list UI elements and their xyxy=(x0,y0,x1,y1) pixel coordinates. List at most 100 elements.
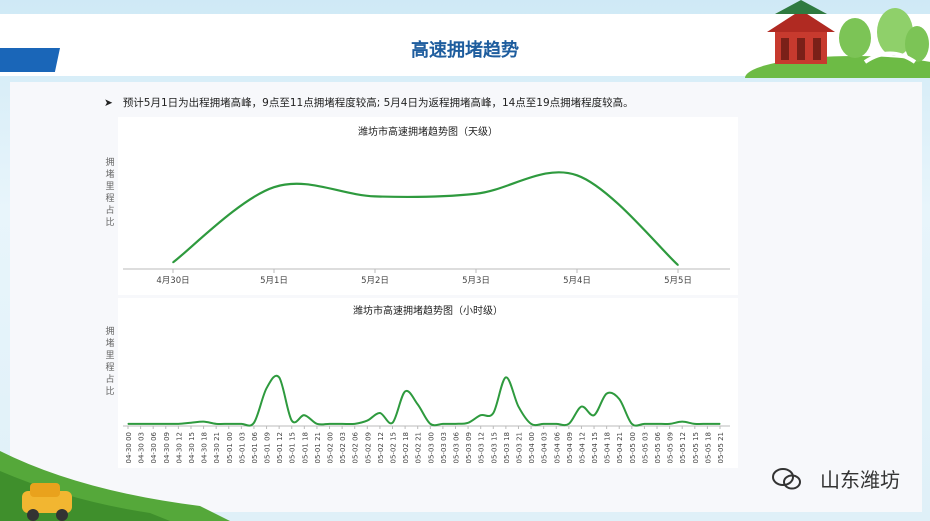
series-line xyxy=(172,171,679,266)
x-tick-label: 05-04 21 xyxy=(616,432,624,463)
data-point xyxy=(593,414,595,416)
data-point xyxy=(391,422,394,424)
chart-title: 潍坊市高速拥堵趋势图（小时级） xyxy=(353,306,503,317)
data-point xyxy=(694,423,696,425)
y-axis-label: 拥堵里程占比 xyxy=(105,158,115,228)
data-point xyxy=(505,376,507,378)
x-tick-label: 05-03 12 xyxy=(478,432,486,463)
data-point xyxy=(273,186,275,188)
data-point xyxy=(576,174,578,177)
x-tick-label: 05-02 03 xyxy=(339,432,347,463)
x-tick-label: 5月3日 xyxy=(462,276,490,286)
data-point xyxy=(278,376,280,378)
data-point xyxy=(677,264,679,266)
x-tick-label: 05-05 00 xyxy=(629,432,637,463)
data-point xyxy=(152,423,154,425)
x-tick-label: 05-02 06 xyxy=(352,431,360,463)
x-tick-label: 5月2日 xyxy=(361,276,389,286)
x-tick-label: 05-04 15 xyxy=(591,432,599,463)
data-point xyxy=(240,423,242,425)
x-tick-label: 05-03 06 xyxy=(452,431,460,463)
data-point xyxy=(606,393,608,395)
x-tick-label: 05-03 18 xyxy=(503,432,511,463)
data-point xyxy=(454,423,457,425)
x-tick-label: 05-04 09 xyxy=(566,432,574,463)
data-point xyxy=(656,423,658,425)
data-point xyxy=(215,423,217,425)
data-point xyxy=(366,420,368,422)
x-tick-label: 05-04 18 xyxy=(604,432,612,463)
data-point xyxy=(480,414,482,416)
x-tick-label: 05-05 15 xyxy=(692,432,700,463)
data-point xyxy=(530,423,532,425)
data-point xyxy=(492,412,494,414)
x-tick-label: 05-02 15 xyxy=(390,432,398,463)
bullet-arrow-icon: ➤ xyxy=(104,97,113,109)
x-tick-label: 05-03 03 xyxy=(440,432,448,463)
data-point xyxy=(580,405,583,408)
forecast-note-text: 预计5月1日为出程拥堵高峰，9点至11点拥堵程度较高; 5月4日为返程拥堵高峰，… xyxy=(122,97,634,109)
data-point xyxy=(316,423,318,425)
forecast-note: ➤ 预计5月1日为出程拥堵高峰，9点至11点拥堵程度较高; 5月4日为返程拥堵高峰… xyxy=(104,95,634,110)
data-point xyxy=(467,422,469,424)
data-point xyxy=(517,405,520,408)
x-tick-label: 05-02 18 xyxy=(402,432,410,463)
data-point xyxy=(631,423,633,425)
data-point xyxy=(165,423,167,425)
data-point xyxy=(404,390,406,393)
x-tick-label: 05-04 00 xyxy=(528,432,536,463)
pavilion-trees-illustration xyxy=(745,0,930,78)
chart-title: 潍坊市高速拥堵趋势图（天级） xyxy=(358,127,498,138)
data-point xyxy=(618,398,620,400)
x-tick-label: 05-05 21 xyxy=(717,432,725,463)
data-point xyxy=(568,423,570,425)
data-point xyxy=(379,412,381,414)
x-tick-label: 05-01 18 xyxy=(301,432,309,463)
x-tick-label: 05-03 21 xyxy=(515,432,523,463)
x-tick-label: 05-04 06 xyxy=(553,431,561,463)
x-tick-label: 05-03 00 xyxy=(427,432,435,463)
x-tick-label: 05-05 06 xyxy=(654,431,662,463)
data-point xyxy=(643,423,646,425)
data-point xyxy=(253,422,255,424)
data-point xyxy=(555,423,557,425)
x-tick-label: 05-02 12 xyxy=(377,432,385,463)
x-tick-label: 05-05 09 xyxy=(667,432,675,463)
x-tick-label: 05-02 09 xyxy=(364,432,372,463)
data-point xyxy=(303,414,305,416)
data-point xyxy=(543,423,545,425)
grass-illustration xyxy=(0,451,230,521)
x-tick-label: 5月1日 xyxy=(260,276,288,286)
series-line xyxy=(128,374,720,427)
data-point xyxy=(291,420,293,422)
data-point xyxy=(127,423,129,425)
data-point xyxy=(475,192,477,195)
x-tick-label: 05-05 03 xyxy=(641,432,649,463)
data-point xyxy=(177,423,179,425)
x-tick-label: 5月4日 xyxy=(563,276,591,286)
x-tick-label: 05-01 21 xyxy=(314,432,322,463)
x-tick-label: 05-02 00 xyxy=(327,432,335,463)
daily-chart-svg: 4月30日 5月1日 5月2日 5月3日 5月4日 5月5日 xyxy=(123,171,730,286)
data-point xyxy=(341,423,343,425)
data-point xyxy=(669,423,671,425)
data-point xyxy=(202,421,205,423)
x-tick-label: 05-02 21 xyxy=(415,432,423,463)
x-tick-label: 05-04 12 xyxy=(578,432,586,463)
data-point xyxy=(190,422,192,424)
data-point xyxy=(706,423,709,425)
y-axis-label: 拥堵里程占比 xyxy=(105,327,115,397)
data-point xyxy=(139,423,142,425)
daily-chart: 潍坊市高速拥堵趋势图（天级） 拥堵里程占比 4月30日 5月1日 5月2日 5月3日 5… xyxy=(105,117,738,295)
data-point xyxy=(374,195,376,198)
data-point xyxy=(429,423,431,425)
data-point xyxy=(354,423,356,425)
x-tick-label: 5月5日 xyxy=(664,276,692,286)
data-point xyxy=(172,261,174,264)
x-tick-label: 05-03 15 xyxy=(490,432,498,463)
data-point xyxy=(417,403,419,405)
data-point xyxy=(228,423,230,425)
x-tick-label: 05-04 03 xyxy=(541,432,549,463)
data-point xyxy=(681,421,683,423)
data-point xyxy=(328,423,331,425)
